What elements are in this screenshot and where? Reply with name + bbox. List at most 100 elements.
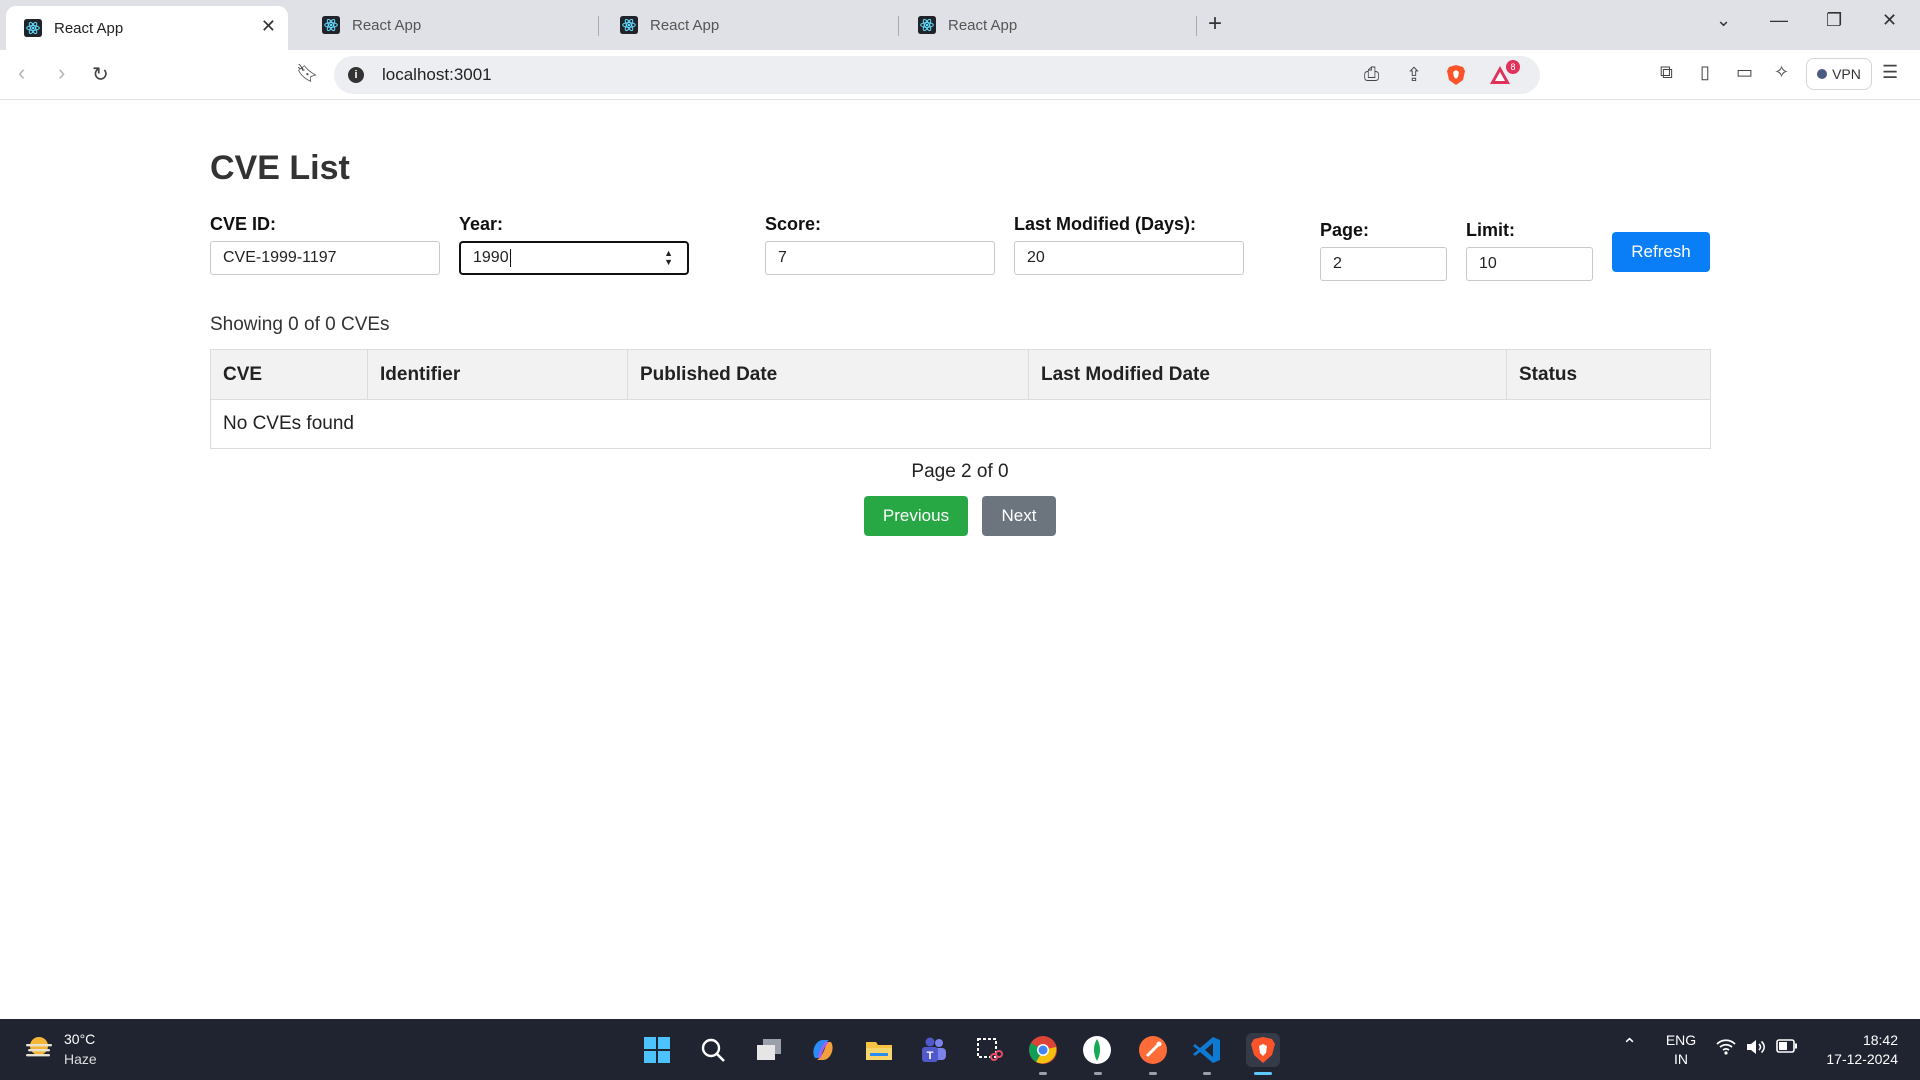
running-indicator [1094, 1072, 1102, 1075]
minimize-icon[interactable]: — [1770, 10, 1788, 31]
column-header-cve: CVE [210, 349, 368, 400]
page-value: 2 [1333, 255, 1342, 272]
running-indicator [1039, 1072, 1047, 1075]
menu-icon[interactable]: ☰ [1882, 62, 1898, 83]
limit-label: Limit: [1466, 220, 1515, 240]
results-count: Showing 0 of 0 CVEs [210, 314, 390, 335]
number-spinner-icon[interactable]: ▲ ▼ [664, 249, 673, 267]
bookmark-icon[interactable]: 🔖︎ [296, 63, 319, 84]
clock-date: 17-12-2024 [1826, 1051, 1898, 1067]
last-modified-input[interactable]: 20 [1014, 241, 1244, 275]
wifi-icon[interactable] [1716, 1039, 1736, 1060]
cast-install-icon[interactable]: ⎙ [1364, 64, 1379, 86]
leo-ai-icon[interactable]: ✧ [1774, 62, 1789, 83]
score-input[interactable]: 7 [765, 241, 995, 275]
cve-id-label: CVE ID: [210, 214, 277, 234]
clock[interactable]: 18:42 17-12-2024 [1812, 1031, 1902, 1069]
page-title: CVE List [210, 149, 350, 187]
rewards-badge: 8 [1506, 60, 1520, 74]
svg-text:T: T [927, 1050, 934, 1062]
page-label: Page: [1320, 220, 1370, 240]
limit-input[interactable]: 10 [1466, 247, 1593, 281]
mongodb-compass-icon[interactable] [1080, 1033, 1114, 1067]
tab-separator [898, 16, 899, 36]
browser-toolbar: ‹ › ↻ 🔖︎ i localhost:3001 ⎙ ⇪ 8 ⧉ ▯ ▭ ✧ … [0, 50, 1920, 100]
volume-icon[interactable] [1746, 1039, 1766, 1060]
previous-button[interactable]: Previous [864, 496, 968, 536]
weather-temperature[interactable]: 30°C [64, 1031, 95, 1047]
running-indicator [1203, 1072, 1211, 1075]
tab-react-app-1[interactable]: React App ✕ [6, 6, 288, 50]
brave-shields-icon[interactable] [1446, 64, 1466, 92]
postman-icon[interactable] [1136, 1033, 1170, 1067]
show-hidden-icons-chevron-icon[interactable]: ⌃ [1622, 1035, 1637, 1056]
running-indicator [1149, 1072, 1157, 1075]
text-caret [509, 249, 511, 267]
weather-condition[interactable]: Haze [64, 1051, 97, 1067]
pagination-info: Page 2 of 0 [911, 461, 1009, 482]
battery-icon[interactable] [1776, 1039, 1798, 1058]
start-icon[interactable] [640, 1033, 674, 1067]
year-label: Year: [459, 214, 504, 234]
vpn-label: VPN [1832, 66, 1861, 82]
search-icon[interactable] [696, 1033, 730, 1067]
extensions-icon[interactable]: ⧉ [1660, 62, 1673, 83]
cve-table: CVE Identifier Published Date Last Modif… [210, 349, 1711, 449]
cve-id-input[interactable]: CVE-1999-1197 [210, 241, 440, 275]
wallet-icon[interactable]: ▭ [1736, 62, 1753, 83]
score-value: 7 [778, 249, 787, 266]
tab-react-app-3[interactable]: React App [602, 6, 884, 44]
sidebar-icon[interactable]: ▯ [1700, 62, 1710, 83]
close-tab-icon[interactable]: ✕ [261, 16, 276, 37]
address-bar[interactable]: i localhost:3001 ⎙ ⇪ 8 [334, 56, 1540, 94]
next-button[interactable]: Next [982, 496, 1056, 536]
last-modified-label: Last Modified (Days): [1014, 214, 1197, 234]
close-window-icon[interactable]: ✕ [1882, 10, 1897, 31]
react-logo-icon [24, 19, 42, 37]
reload-icon[interactable]: ↻ [92, 62, 109, 87]
column-header-published-date: Published Date [627, 349, 1029, 400]
tab-title: React App [650, 16, 720, 34]
tab-title: React App [54, 19, 124, 37]
haze-weather-icon[interactable] [24, 1035, 54, 1061]
page-input[interactable]: 2 [1320, 247, 1447, 281]
taskbar: 30°C Haze T ⌃ ENG IN 18:42 17-12-2024 [0, 1019, 1920, 1080]
active-indicator [1254, 1072, 1272, 1075]
tab-react-app-2[interactable]: React App [304, 6, 586, 44]
new-tab-icon[interactable]: + [1208, 10, 1222, 38]
refresh-button[interactable]: Refresh [1612, 232, 1710, 272]
brave-icon[interactable] [1246, 1033, 1280, 1067]
language-indicator[interactable]: ENG IN [1664, 1031, 1698, 1069]
forward-icon[interactable]: › [58, 60, 65, 86]
snipping-tool-icon[interactable] [972, 1033, 1006, 1067]
share-icon[interactable]: ⇪ [1406, 64, 1422, 87]
column-header-status: Status [1506, 349, 1711, 400]
vpn-button[interactable]: VPN [1806, 58, 1872, 90]
react-logo-icon [322, 16, 340, 34]
file-explorer-icon[interactable] [862, 1033, 896, 1067]
tab-title: React App [948, 16, 1018, 34]
copilot-icon[interactable] [806, 1033, 840, 1067]
year-input[interactable]: 1990 ▲ ▼ [459, 241, 689, 275]
last-modified-value: 20 [1027, 249, 1045, 266]
tab-separator [598, 16, 599, 36]
page-content: CVE List CVE ID: CVE-1999-1197 Year: 199… [0, 101, 1920, 1019]
table-header-row: CVE Identifier Published Date Last Modif… [210, 349, 1711, 400]
back-icon[interactable]: ‹ [18, 60, 25, 86]
tab-separator [1196, 16, 1197, 36]
vscode-icon[interactable] [1190, 1033, 1224, 1067]
cve-id-value: CVE-1999-1197 [223, 249, 337, 266]
score-label: Score: [765, 214, 822, 234]
chrome-icon[interactable] [1026, 1033, 1060, 1067]
teams-icon[interactable]: T [916, 1033, 950, 1067]
tab-react-app-4[interactable]: React App [900, 6, 1182, 44]
language-code: ENG [1665, 1032, 1697, 1048]
task-view-icon[interactable] [752, 1033, 786, 1067]
react-logo-icon [918, 16, 936, 34]
site-info-icon[interactable]: i [348, 67, 364, 83]
tab-strip: React App ✕ React App React App React Ap… [0, 0, 1920, 50]
tab-search-chevron-icon[interactable]: ⌄ [1716, 10, 1731, 31]
restore-icon[interactable]: ❐ [1826, 10, 1842, 31]
region-code: IN [1674, 1051, 1688, 1067]
url-text[interactable]: localhost:3001 [382, 65, 492, 85]
